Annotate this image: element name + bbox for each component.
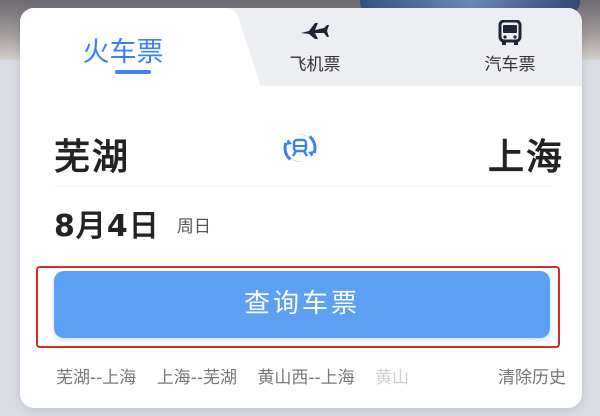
divider [54, 186, 550, 187]
tab-plane-ticket[interactable]: 飞机票 [245, 8, 385, 86]
swap-cities-button[interactable] [278, 126, 322, 170]
tab-plane-label: 飞机票 [289, 55, 341, 75]
departure-city[interactable]: 芜湖 [54, 128, 130, 180]
tab-train-label: 火车票 [82, 37, 164, 68]
tab-train-ticket[interactable]: 火车票 [20, 8, 226, 86]
history-item[interactable]: 黄山 [375, 363, 409, 388]
clear-history-button[interactable]: 清除历史 [488, 363, 566, 388]
ticket-type-tabs: 火车票 飞机票 汽车票 [20, 8, 582, 86]
history-item[interactable]: 上海--芜湖 [157, 363, 237, 388]
tab-bus-label: 汽车票 [484, 55, 536, 75]
search-tickets-button[interactable]: 查询车票 [54, 271, 550, 338]
arrival-city[interactable]: 上海 [488, 128, 564, 180]
active-tab-indicator [115, 70, 151, 74]
departure-weekday: 周日 [176, 217, 211, 237]
departure-date-selector[interactable]: 8月4日 周日 [54, 201, 211, 245]
swap-icon [283, 130, 317, 166]
history-item[interactable]: 黄山西--上海 [257, 363, 354, 388]
tab-bus-ticket[interactable]: 汽车票 [440, 8, 580, 86]
airplane-icon [299, 20, 331, 46]
ticket-search-card: 火车票 飞机票 汽车票 芜湖 上海 8月4日 周日 查询车票 芜湖--上海 上海… [20, 8, 582, 408]
history-fade-overlay [434, 358, 468, 388]
history-item[interactable]: 芜湖--上海 [56, 363, 136, 388]
bus-icon [498, 19, 522, 50]
departure-date: 8月4日 [54, 209, 160, 244]
